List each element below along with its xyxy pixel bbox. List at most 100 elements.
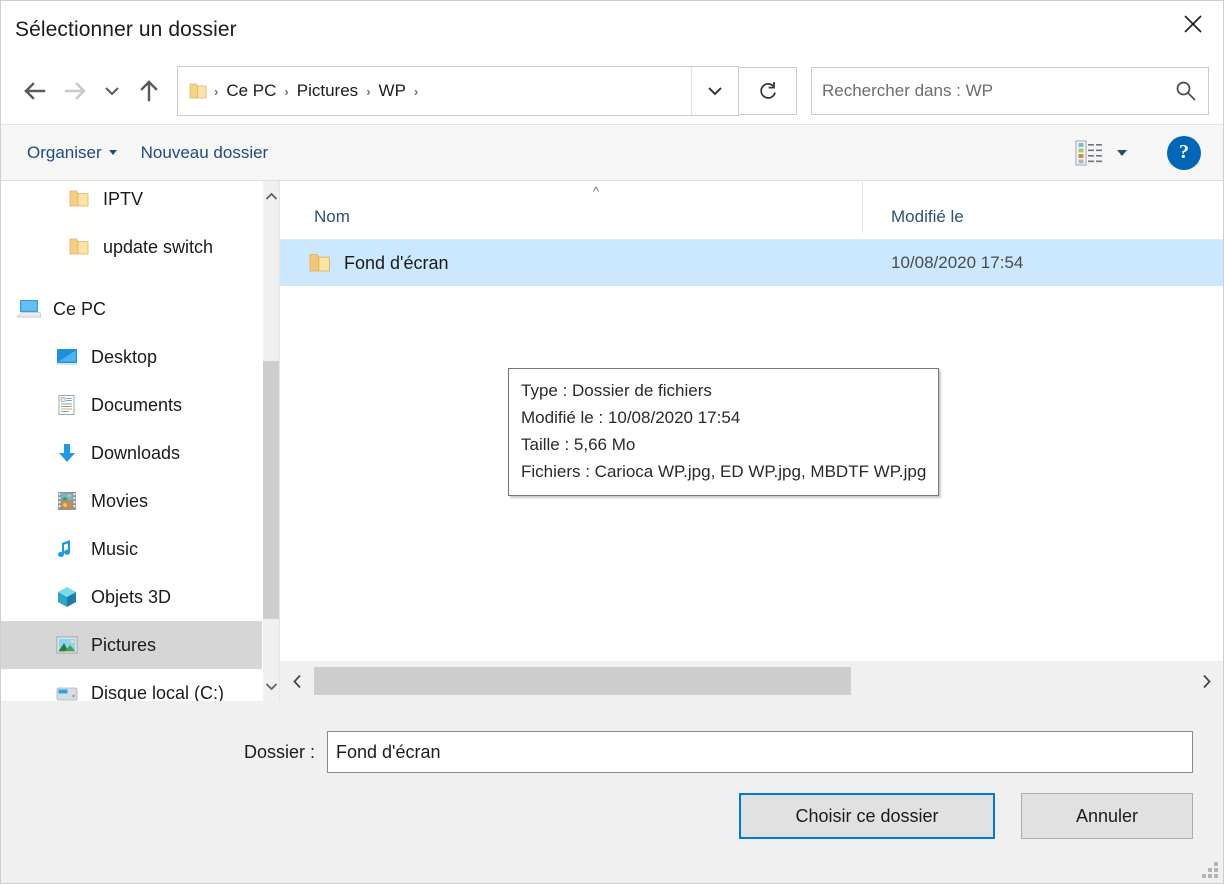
tooltip-line-modified: Modifié le : 10/08/2020 17:54 <box>521 407 741 427</box>
scroll-right-button[interactable] <box>1189 674 1223 689</box>
this-pc-icon <box>13 298 45 320</box>
search-box[interactable] <box>811 67 1209 115</box>
column-header-name[interactable]: Nom <box>280 181 863 239</box>
back-button[interactable] <box>15 71 55 111</box>
breadcrumb-separator-3: › <box>413 83 419 99</box>
sidebar-item-update-switch[interactable]: update switch <box>1 223 262 271</box>
close-button[interactable] <box>1163 1 1223 47</box>
column-header-row: ^ Nom Modifié le <box>280 181 1223 240</box>
forward-button[interactable] <box>55 71 95 111</box>
downloads-icon <box>51 442 83 464</box>
select-folder-dialog: Sélectionner un dossier › Ce PC › Pictur… <box>0 0 1224 884</box>
file-list-pane: ^ Nom Modifié le Fond d'écran 10/08/2020… <box>279 181 1223 701</box>
music-icon <box>51 538 83 560</box>
chevron-down-icon <box>265 682 277 690</box>
organize-label: Organiser <box>27 142 102 162</box>
sidebar-item-label: Pictures <box>91 634 157 655</box>
folder-icon <box>63 189 95 209</box>
address-bar: › Ce PC › Pictures › WP › <box>1 58 1223 124</box>
sidebar-item-label: Documents <box>91 394 183 415</box>
breadcrumb-item-wp[interactable]: WP <box>373 79 412 103</box>
file-list-horizontal-scrollbar[interactable] <box>280 660 1223 701</box>
breadcrumb-item-ce-pc[interactable]: Ce PC <box>220 79 282 103</box>
sidebar-item-pictures[interactable]: Pictures <box>1 621 262 669</box>
breadcrumb-separator-2: › <box>366 83 371 99</box>
sidebar-item-label: update switch <box>103 236 214 257</box>
dialog-body: IPTV update switch Ce PC Desktop Documen… <box>1 181 1223 701</box>
arrow-left-icon <box>24 82 46 100</box>
sidebar-item-desktop[interactable]: Desktop <box>1 333 262 381</box>
sidebar-item-downloads[interactable]: Downloads <box>1 429 262 477</box>
arrow-up-icon <box>140 80 158 102</box>
file-tooltip: Type : Dossier de fichiers Modifié le : … <box>508 368 940 497</box>
view-list-icon <box>1075 140 1102 165</box>
column-header-label: Modifié le <box>891 207 964 226</box>
help-button[interactable]: ? <box>1167 135 1201 170</box>
cancel-button[interactable]: Annuler <box>1021 793 1193 839</box>
sidebar-item-label: Desktop <box>91 346 158 367</box>
breadcrumb-item-pictures[interactable]: Pictures <box>291 79 364 103</box>
table-row[interactable]: Fond d'écran 10/08/2020 17:54 <box>280 240 1223 286</box>
choose-folder-button[interactable]: Choisir ce dossier <box>739 793 995 839</box>
sidebar-item-label: Music <box>91 538 139 559</box>
horizontal-scroll-track[interactable] <box>314 661 1189 701</box>
search-button[interactable] <box>1164 80 1208 102</box>
sidebar-item-disque-local-c[interactable]: Disque local (C:) <box>1 669 262 701</box>
column-header-label: Nom <box>314 207 350 226</box>
file-name-cell: Fond d'écran <box>280 252 863 274</box>
sidebar-item-ce-pc[interactable]: Ce PC <box>1 285 262 333</box>
arrow-right-icon <box>64 82 86 100</box>
desktop-icon <box>51 347 83 367</box>
navigation-pane: IPTV update switch Ce PC Desktop Documen… <box>1 181 279 701</box>
new-folder-button[interactable]: Nouveau dossier <box>129 137 281 169</box>
breadcrumb-separator-1: › <box>284 83 289 99</box>
sidebar-item-movies[interactable]: Movies <box>1 477 262 525</box>
navigation-scroll-up-button[interactable] <box>263 181 279 211</box>
recent-locations-button[interactable] <box>95 71 129 111</box>
column-header-date[interactable]: Modifié le <box>863 207 1223 239</box>
refresh-icon <box>759 82 776 99</box>
tooltip-line-size: Taille : 5,66 Mo <box>521 434 636 454</box>
documents-icon <box>51 394 83 416</box>
file-list: Fond d'écran 10/08/2020 17:54 Type : Dos… <box>280 240 1223 660</box>
up-button[interactable] <box>129 71 169 111</box>
chevron-right-icon <box>1202 674 1211 688</box>
scroll-left-button[interactable] <box>280 674 314 689</box>
resize-grip-icon[interactable] <box>1202 862 1218 878</box>
navigation-scrollbar[interactable] <box>262 181 279 701</box>
chevron-down-icon <box>105 87 119 96</box>
navigation-tree: IPTV update switch Ce PC Desktop Documen… <box>1 181 262 701</box>
sidebar-item-label: Movies <box>91 490 149 511</box>
tooltip-line-type: Type : Dossier de fichiers <box>521 381 712 400</box>
disk-icon <box>51 682 83 701</box>
dialog-button-row: Choisir ce dossier Annuler <box>739 793 1193 839</box>
folder-icon <box>188 82 208 100</box>
chevron-down-icon <box>708 87 722 96</box>
pictures-icon <box>51 634 83 656</box>
breadcrumb-dropdown-button[interactable] <box>691 67 738 115</box>
sidebar-item-music[interactable]: Music <box>1 525 262 573</box>
horizontal-scrollbar-thumb[interactable] <box>314 667 851 695</box>
sidebar-item-label: IPTV <box>103 188 144 209</box>
sidebar-item-label: Disque local (C:) <box>91 682 225 702</box>
search-input[interactable] <box>812 81 1164 101</box>
folder-name-input[interactable] <box>327 731 1193 773</box>
folder-icon <box>308 252 332 274</box>
navigation-scroll-down-button[interactable] <box>263 671 279 701</box>
title-bar: Sélectionner un dossier <box>1 1 1223 58</box>
organize-button[interactable]: Organiser <box>15 137 129 169</box>
sidebar-item-objets-3d[interactable]: Objets 3D <box>1 573 262 621</box>
tooltip-line-files: Fichiers : Carioca WP.jpg, ED WP.jpg, MB… <box>521 461 927 481</box>
chevron-left-icon <box>292 674 301 688</box>
change-view-button[interactable] <box>1069 136 1133 170</box>
sidebar-item-iptv[interactable]: IPTV <box>1 181 262 223</box>
breadcrumb-bar[interactable]: › Ce PC › Pictures › WP › <box>177 66 739 116</box>
sidebar-item-documents[interactable]: Documents <box>1 381 262 429</box>
navigation-scrollbar-thumb[interactable] <box>263 361 279 619</box>
chevron-down-icon <box>1117 149 1127 156</box>
breadcrumb-separator-0: › <box>214 83 219 99</box>
dialog-footer: Dossier : Choisir ce dossier Annuler <box>1 701 1223 883</box>
refresh-button[interactable] <box>739 67 797 115</box>
chevron-down-icon <box>108 150 117 155</box>
movies-icon <box>51 490 83 512</box>
